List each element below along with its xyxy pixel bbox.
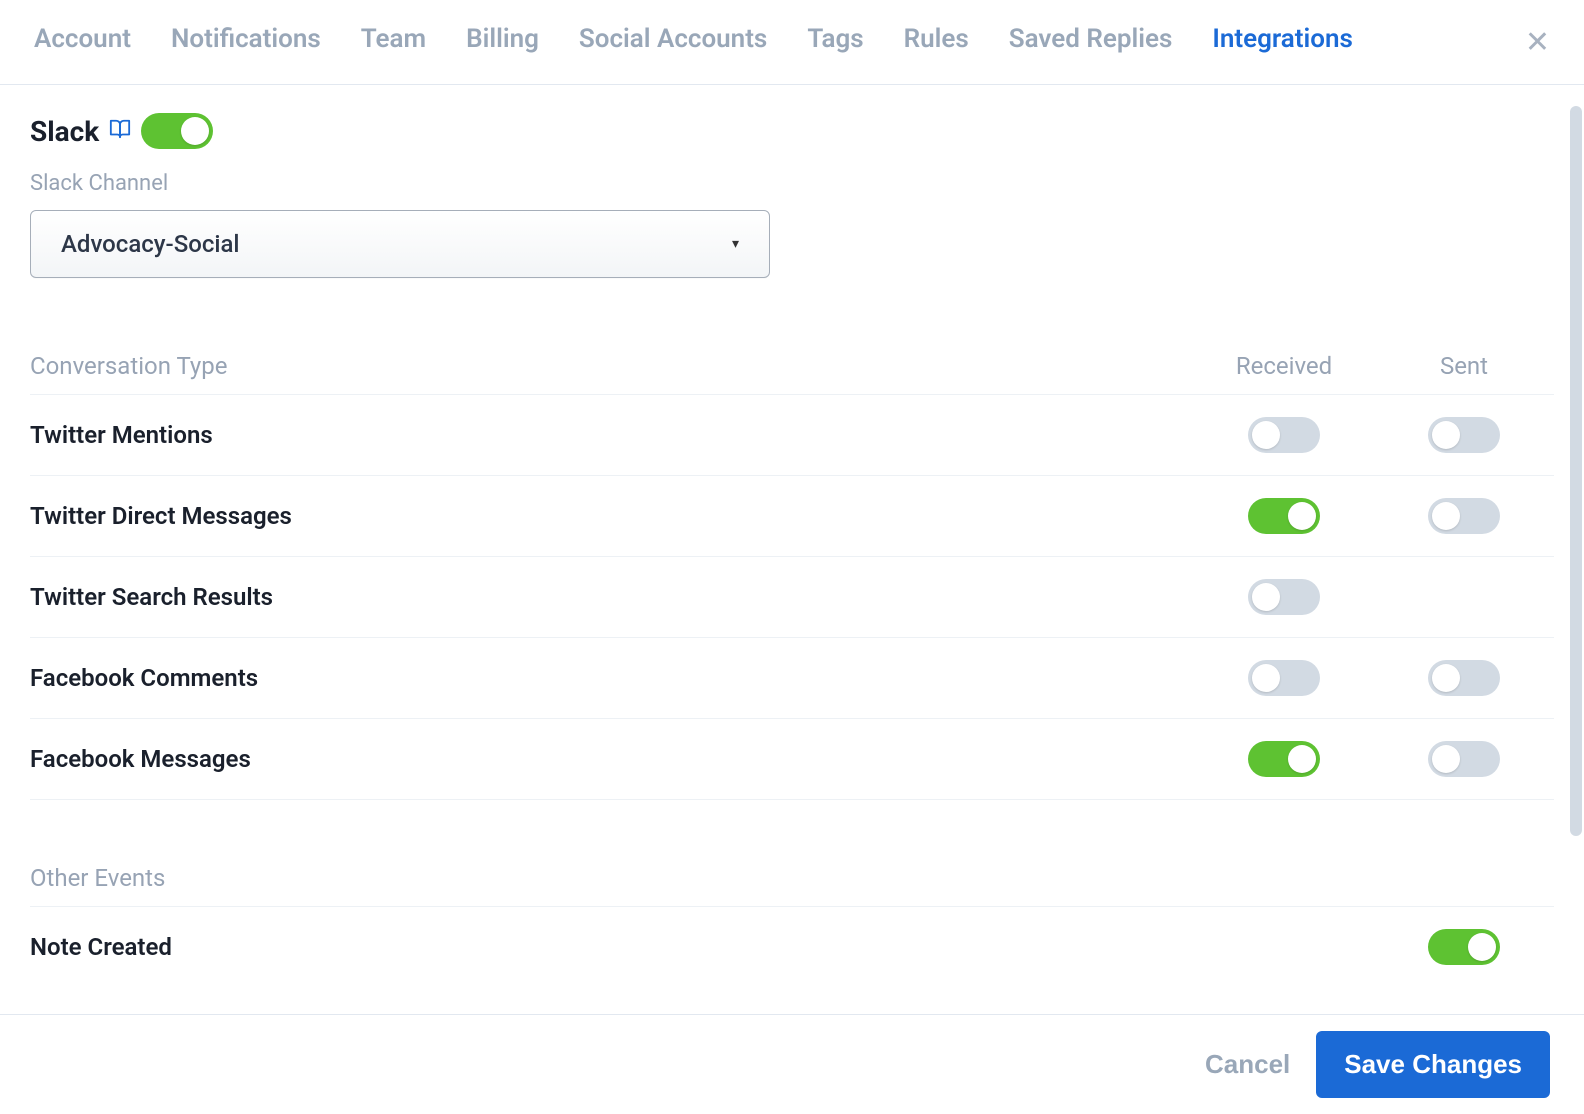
- tab-saved-replies[interactable]: Saved Replies: [1009, 24, 1173, 54]
- table-header-row: Conversation Type Received Sent: [30, 338, 1554, 395]
- tab-integrations[interactable]: Integrations: [1212, 24, 1353, 54]
- other-events-table: Other Events Note Created: [30, 850, 1554, 987]
- toggle-sent-fb-messages[interactable]: [1428, 741, 1500, 777]
- row-label: Facebook Comments: [30, 664, 1194, 692]
- table-row: Facebook Messages: [30, 719, 1554, 800]
- th-other-events: Other Events: [30, 864, 1194, 892]
- slack-header: Slack: [30, 113, 1554, 149]
- tab-billing[interactable]: Billing: [466, 24, 539, 54]
- th-type: Conversation Type: [30, 352, 1194, 380]
- integrations-panel: Slack Slack Channel Advocacy-Social ▾ Co…: [0, 85, 1584, 1004]
- toggle-note-created[interactable]: [1428, 929, 1500, 965]
- toggle-received-fb-messages[interactable]: [1248, 741, 1320, 777]
- chevron-down-icon: ▾: [732, 236, 739, 252]
- tab-account[interactable]: Account: [34, 24, 131, 54]
- slack-channel-select[interactable]: Advocacy-Social ▾: [30, 210, 770, 278]
- footer: Cancel Save Changes: [0, 1014, 1584, 1114]
- table-row: Twitter Mentions: [30, 395, 1554, 476]
- toggle-received-twitter-search[interactable]: [1248, 579, 1320, 615]
- row-label: Facebook Messages: [30, 745, 1194, 773]
- row-label: Twitter Direct Messages: [30, 502, 1194, 530]
- table-row: Facebook Comments: [30, 638, 1554, 719]
- settings-tabs: Account Notifications Team Billing Socia…: [0, 0, 1584, 85]
- th-sent: Sent: [1374, 352, 1554, 380]
- save-button[interactable]: Save Changes: [1316, 1031, 1550, 1098]
- row-label: Twitter Search Results: [30, 583, 1194, 611]
- toggle-sent-twitter-dm[interactable]: [1428, 498, 1500, 534]
- toggle-sent-twitter-mentions[interactable]: [1428, 417, 1500, 453]
- conversation-table: Conversation Type Received Sent Twitter …: [30, 338, 1554, 800]
- slack-channel-label: Slack Channel: [30, 171, 1554, 196]
- table-row: Twitter Search Results: [30, 557, 1554, 638]
- toggle-sent-fb-comments[interactable]: [1428, 660, 1500, 696]
- table-row: Twitter Direct Messages: [30, 476, 1554, 557]
- tab-team[interactable]: Team: [361, 24, 426, 54]
- row-label: Twitter Mentions: [30, 421, 1194, 449]
- scrollbar[interactable]: [1570, 106, 1582, 836]
- table-row: Note Created: [30, 907, 1554, 987]
- row-label: Note Created: [30, 933, 1194, 961]
- toggle-received-twitter-mentions[interactable]: [1248, 417, 1320, 453]
- slack-channel-value: Advocacy-Social: [61, 230, 240, 258]
- slack-title: Slack: [30, 115, 99, 148]
- table-header-row: Other Events: [30, 850, 1554, 907]
- toggle-received-twitter-dm[interactable]: [1248, 498, 1320, 534]
- book-icon[interactable]: [109, 118, 131, 144]
- tab-tags[interactable]: Tags: [807, 24, 863, 54]
- close-icon[interactable]: ✕: [1525, 28, 1550, 58]
- th-received: Received: [1194, 352, 1374, 380]
- slack-enable-toggle[interactable]: [141, 113, 213, 149]
- tab-social-accounts[interactable]: Social Accounts: [579, 24, 767, 54]
- tab-notifications[interactable]: Notifications: [171, 24, 321, 54]
- cancel-button[interactable]: Cancel: [1205, 1049, 1290, 1080]
- toggle-received-fb-comments[interactable]: [1248, 660, 1320, 696]
- tab-rules[interactable]: Rules: [904, 24, 969, 54]
